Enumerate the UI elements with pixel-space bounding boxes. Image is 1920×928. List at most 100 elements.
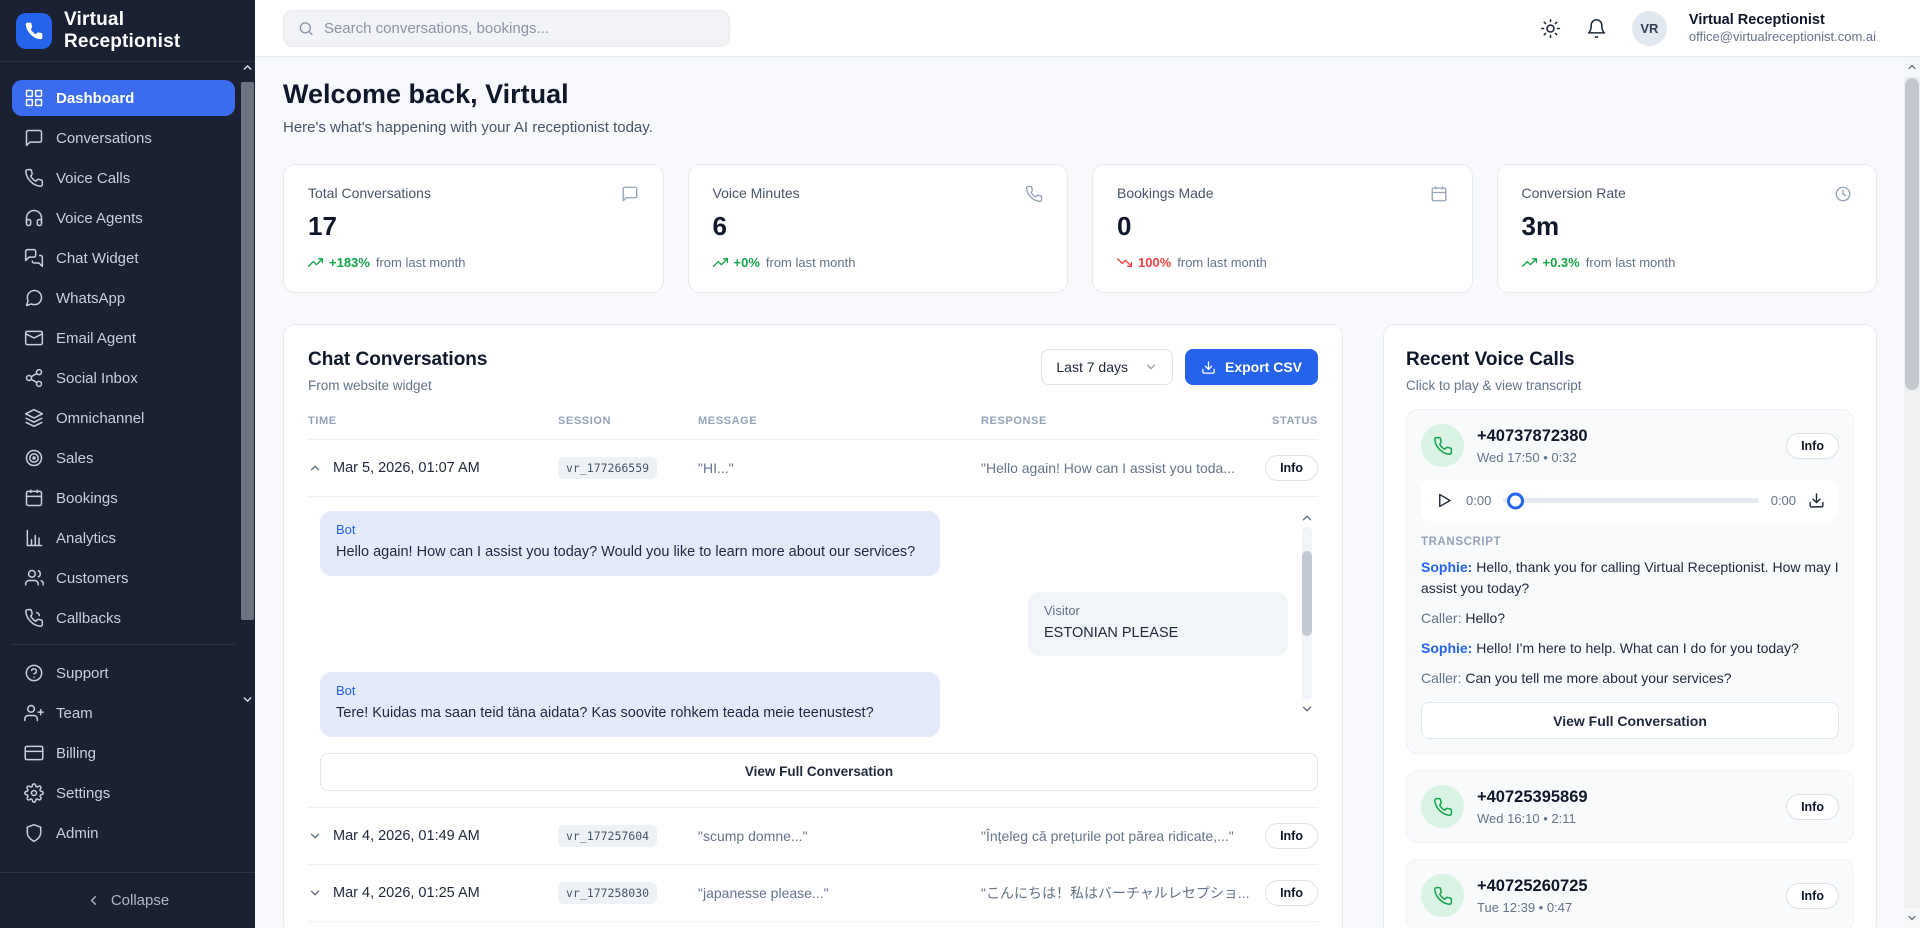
expanded-conversation: Bot Hello again! How can I assist you to… [308, 497, 1318, 808]
stat-delta-suffix: from last month [1177, 255, 1267, 270]
sidebar-item-bookings[interactable]: Bookings [12, 480, 235, 516]
info-button[interactable]: Info [1265, 455, 1318, 481]
stat-label: Bookings Made [1117, 185, 1214, 201]
stat-value: 0 [1117, 211, 1448, 242]
sidebar-item-dashboard[interactable]: Dashboard [12, 80, 235, 116]
player-seek-knob[interactable] [1507, 492, 1524, 509]
page-subtitle: Here's what's happening with your AI rec… [283, 119, 1877, 136]
search-box[interactable] [283, 10, 730, 47]
main-scrollbar-thumb[interactable] [1905, 78, 1919, 390]
scroll-down-icon[interactable] [239, 690, 255, 708]
table-row[interactable]: Mar 4, 2026, 01:14 AM vr_177257662 "ce p… [308, 922, 1318, 928]
download-icon [1201, 360, 1216, 375]
info-button[interactable]: Info [1786, 883, 1839, 909]
info-button[interactable]: Info [1265, 823, 1318, 849]
stat-label: Conversion Rate [1522, 185, 1626, 201]
chevron-down-icon[interactable] [308, 886, 322, 900]
sidebar: Virtual Receptionist Dashboard Conversat… [0, 0, 255, 928]
play-icon[interactable] [1435, 491, 1454, 510]
audio-player: 0:00 0:00 [1421, 480, 1839, 521]
stat-card-voice-minutes: Voice Minutes 6 +0%from last month [688, 164, 1069, 293]
voice-call-card[interactable]: +40725260725 Tue 12:39 • 0:47 Info [1406, 859, 1854, 928]
sidebar-item-settings[interactable]: Settings [12, 775, 235, 811]
table-header: TIME SESSION MESSAGE RESPONSE STATUS [308, 415, 1318, 440]
sidebar-item-conversations[interactable]: Conversations [12, 120, 235, 156]
sidebar-item-chat-widget[interactable]: Chat Widget [12, 240, 235, 276]
sidebar-nav-primary: Dashboard Conversations Voice Calls Voic… [0, 62, 255, 851]
stat-card-total-conversations: Total Conversations 17 +183%from last mo… [283, 164, 664, 293]
search-input[interactable] [324, 20, 715, 37]
view-full-conversation-button[interactable]: View Full Conversation [320, 753, 1318, 791]
table-row[interactable]: Mar 4, 2026, 01:49 AM vr_177257604 "scum… [308, 808, 1318, 865]
sidebar-item-billing[interactable]: Billing [12, 735, 235, 771]
chat-conversations-panel: Chat Conversations From website widget L… [283, 324, 1343, 928]
stat-delta: +0%from last month [713, 255, 1044, 270]
sidebar-item-voice-calls[interactable]: Voice Calls [12, 160, 235, 196]
sidebar-item-social-inbox[interactable]: Social Inbox [12, 360, 235, 396]
sidebar-item-sales[interactable]: Sales [12, 440, 235, 476]
sidebar-item-whatsapp[interactable]: WhatsApp [12, 280, 235, 316]
chevron-down-icon[interactable] [308, 829, 322, 843]
sidebar-item-support[interactable]: Support [12, 655, 235, 691]
scroll-down-icon[interactable] [1300, 702, 1314, 716]
transcript-speaker: Sophie: [1421, 640, 1472, 656]
notifications-button[interactable] [1586, 16, 1610, 40]
scrollbar-thumb[interactable] [1302, 551, 1312, 636]
scroll-down-icon[interactable] [1904, 908, 1920, 928]
stat-label: Total Conversations [308, 185, 431, 201]
stat-delta: +183%from last month [308, 255, 639, 270]
stat-value: 3m [1522, 211, 1853, 242]
transcript-text: Can you tell me more about your services… [1465, 670, 1731, 686]
sidebar-item-callbacks[interactable]: Callbacks [12, 600, 235, 636]
trend-up-icon [308, 255, 323, 270]
chevron-up-icon[interactable] [308, 461, 322, 475]
sidebar-item-label: Support [56, 665, 109, 682]
bot-message-bubble: Bot Hello again! How can I assist you to… [320, 511, 940, 576]
main-scrollbar[interactable] [1904, 57, 1920, 928]
bot-label: Bot [336, 683, 924, 698]
avatar[interactable]: VR [1632, 11, 1667, 46]
sidebar-item-analytics[interactable]: Analytics [12, 520, 235, 556]
phone-icon [1421, 874, 1464, 917]
transcript-text: Hello? [1465, 610, 1505, 626]
scroll-up-icon[interactable] [1904, 57, 1920, 77]
collapse-button[interactable]: Collapse [86, 892, 169, 909]
sidebar-item-team[interactable]: Team [12, 695, 235, 731]
sidebar-scrollbar-thumb[interactable] [241, 82, 254, 620]
sidebar-item-label: Settings [56, 785, 110, 802]
view-full-conversation-button[interactable]: View Full Conversation [1421, 702, 1839, 739]
sidebar-item-omnichannel[interactable]: Omnichannel [12, 400, 235, 436]
sidebar-item-email-agent[interactable]: Email Agent [12, 320, 235, 356]
main-column: VR Virtual Receptionist office@virtualre… [255, 0, 1920, 928]
sidebar-item-voice-agents[interactable]: Voice Agents [12, 200, 235, 236]
export-csv-button[interactable]: Export CSV [1185, 349, 1318, 385]
info-button[interactable]: Info [1265, 880, 1318, 906]
download-icon[interactable] [1808, 492, 1825, 509]
collapse-label: Collapse [111, 892, 169, 909]
transcript-text: Hello! I'm here to help. What can I do f… [1476, 640, 1799, 656]
conversation-scrollbar[interactable] [1300, 511, 1314, 716]
export-csv-label: Export CSV [1225, 359, 1302, 375]
player-seek-slider[interactable] [1503, 498, 1758, 503]
chat-widget-icon [24, 248, 44, 268]
sidebar-item-customers[interactable]: Customers [12, 560, 235, 596]
sidebar-footer: Collapse [0, 872, 255, 928]
table-row[interactable]: Mar 5, 2026, 01:07 AM vr_177266559 "HI..… [308, 440, 1318, 497]
info-button[interactable]: Info [1786, 794, 1839, 820]
stat-delta-suffix: from last month [1586, 255, 1676, 270]
sidebar-item-label: Email Agent [56, 330, 136, 347]
sidebar-item-admin[interactable]: Admin [12, 815, 235, 851]
info-button[interactable]: Info [1786, 433, 1839, 459]
voice-call-card[interactable]: +40737872380 Wed 17:50 • 0:32 Info 0:00 … [1406, 409, 1854, 754]
date-range-select[interactable]: Last 7 days [1041, 349, 1173, 385]
sidebar-scrollbar[interactable] [239, 56, 255, 662]
call-meta: Wed 17:50 • 0:32 [1477, 450, 1588, 465]
table-row[interactable]: Mar 4, 2026, 01:25 AM vr_177258030 "japa… [308, 865, 1318, 922]
scroll-up-icon[interactable] [1300, 511, 1314, 525]
theme-toggle-button[interactable] [1540, 16, 1564, 40]
row-time: Mar 5, 2026, 01:07 AM [333, 460, 480, 476]
scroll-up-icon[interactable] [239, 58, 255, 76]
bot-label: Bot [336, 522, 924, 537]
transcript-speaker: Caller: [1421, 670, 1461, 686]
voice-call-card[interactable]: +40725395869 Wed 16:10 • 2:11 Info [1406, 770, 1854, 843]
